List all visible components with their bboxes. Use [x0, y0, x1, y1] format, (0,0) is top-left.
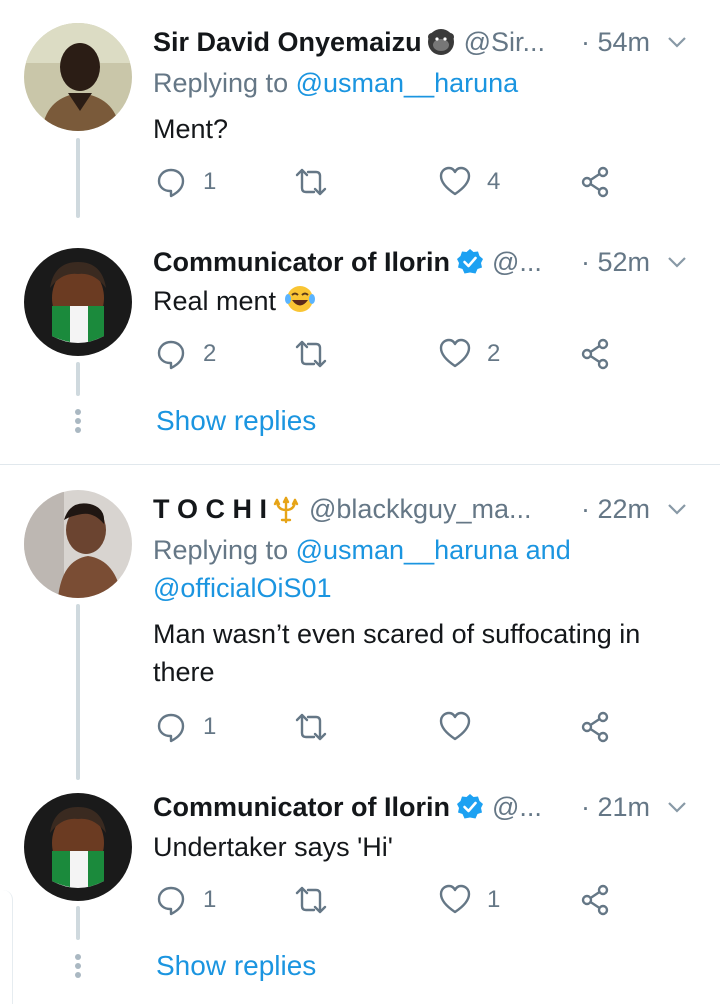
verified-badge-icon [457, 794, 483, 819]
face-with-tears-of-joy-emoji-icon [285, 286, 316, 312]
chevron-down-icon[interactable] [664, 496, 690, 522]
retweet-icon [295, 340, 327, 368]
tweet-header: T O C H I @blackkguy_ma... · 22m [153, 489, 690, 529]
reply-count: 1 [203, 168, 217, 195]
display-name[interactable]: Communicator of Ilorin [153, 792, 450, 823]
replying-prefix: Replying to [153, 535, 289, 565]
like-button[interactable]: 2 [439, 338, 500, 370]
display-name[interactable]: Communicator of Ilorin [153, 247, 450, 278]
tweet-text: Ment? [153, 114, 229, 144]
share-button[interactable] [579, 884, 611, 916]
tweet-text: Real ment [153, 282, 316, 320]
share-icon [581, 166, 609, 198]
tweet-text-continued: there [153, 657, 215, 687]
replying-to-line: Replying to @usman__haruna [153, 64, 518, 102]
tweet-actions: 1 4 [155, 166, 625, 206]
mention-link[interactable]: @officialOiS01 [153, 569, 332, 607]
share-button[interactable] [579, 711, 611, 743]
like-count: 1 [487, 886, 501, 913]
thread-connector [76, 362, 80, 396]
timestamp[interactable]: · 54m [581, 27, 650, 58]
more-replies-dots-icon [72, 406, 84, 436]
show-replies-link[interactable]: Show replies [156, 946, 316, 986]
tweet-header: Communicator of Ilorin @... · 21m [153, 787, 690, 827]
user-handle[interactable]: @Sir... [464, 27, 545, 58]
chevron-down-icon[interactable] [664, 249, 690, 275]
mention-link[interactable]: @usman__haruna [296, 68, 519, 98]
tweet-header: Communicator of Ilorin @... · 52m [153, 242, 690, 282]
share-icon [581, 884, 609, 916]
replying-prefix: Replying to [153, 68, 289, 98]
avatar[interactable] [24, 23, 132, 131]
avatar[interactable] [24, 248, 132, 356]
tweet-text: Man wasn’t even scared of suffocating in [153, 619, 641, 649]
chevron-down-icon[interactable] [664, 794, 690, 820]
chevron-down-icon[interactable] [664, 29, 690, 55]
tweet-actions: 1 [155, 711, 625, 751]
tweet-header: Sir David Onyemaizu @Sir... · 54m [153, 22, 690, 62]
reply-count: 2 [203, 340, 217, 367]
reply-button[interactable]: 1 [155, 884, 216, 916]
timestamp[interactable]: · 52m [581, 247, 650, 278]
thread-connector [76, 906, 80, 940]
retweet-icon [295, 168, 327, 196]
reply-icon [157, 168, 185, 198]
retweet-icon [295, 886, 327, 914]
retweet-button[interactable] [295, 711, 327, 743]
reply-icon [157, 340, 185, 370]
retweet-button[interactable] [295, 884, 327, 916]
user-handle[interactable]: @... [492, 792, 542, 823]
tweet-text: Undertaker says 'Hi' [153, 832, 393, 862]
trident-emoji-icon [273, 496, 299, 524]
like-count: 2 [487, 340, 501, 367]
mention-link[interactable]: @usman__haruna and [296, 535, 571, 565]
heart-icon [439, 884, 471, 914]
heart-icon [439, 711, 471, 741]
thread-connector [76, 138, 80, 218]
retweet-button[interactable] [295, 338, 327, 370]
retweet-button[interactable] [295, 166, 327, 198]
tweet-text-content: Real ment [153, 286, 277, 316]
display-name[interactable]: T O C H I [153, 494, 267, 525]
reply-button[interactable]: 1 [155, 711, 216, 743]
replying-to-line: Replying to @usman__haruna and [153, 531, 571, 569]
more-replies-dots-icon [72, 951, 84, 981]
share-icon [581, 711, 609, 743]
gorilla-emoji-icon [427, 29, 454, 55]
display-name[interactable]: Sir David Onyemaizu [153, 27, 422, 58]
reply-count: 1 [203, 886, 217, 913]
thread-connector [76, 604, 80, 780]
share-button[interactable] [579, 338, 611, 370]
user-handle[interactable]: @... [492, 247, 542, 278]
like-button[interactable] [439, 711, 487, 743]
verified-badge-icon [457, 249, 483, 274]
user-handle[interactable]: @blackkguy_ma... [309, 494, 532, 525]
share-button[interactable] [579, 166, 611, 198]
reply-icon [157, 713, 185, 743]
avatar[interactable] [24, 793, 132, 901]
like-button[interactable]: 1 [439, 884, 500, 916]
reply-button[interactable]: 2 [155, 338, 216, 370]
reply-button[interactable]: 1 [155, 166, 216, 198]
thread-divider [0, 464, 720, 465]
retweet-icon [295, 713, 327, 741]
timestamp[interactable]: · 21m [581, 792, 650, 823]
card-edge [0, 890, 13, 1004]
share-icon [581, 338, 609, 370]
avatar[interactable] [24, 490, 132, 598]
like-button[interactable]: 4 [439, 166, 500, 198]
show-replies-link[interactable]: Show replies [156, 401, 316, 441]
tweet-actions: 2 2 [155, 338, 625, 378]
heart-icon [439, 166, 471, 196]
reply-icon [157, 886, 185, 916]
timestamp[interactable]: · 22m [581, 494, 650, 525]
tweet-actions: 1 1 [155, 884, 625, 924]
heart-icon [439, 338, 471, 368]
reply-count: 1 [203, 713, 217, 740]
like-count: 4 [487, 168, 501, 195]
